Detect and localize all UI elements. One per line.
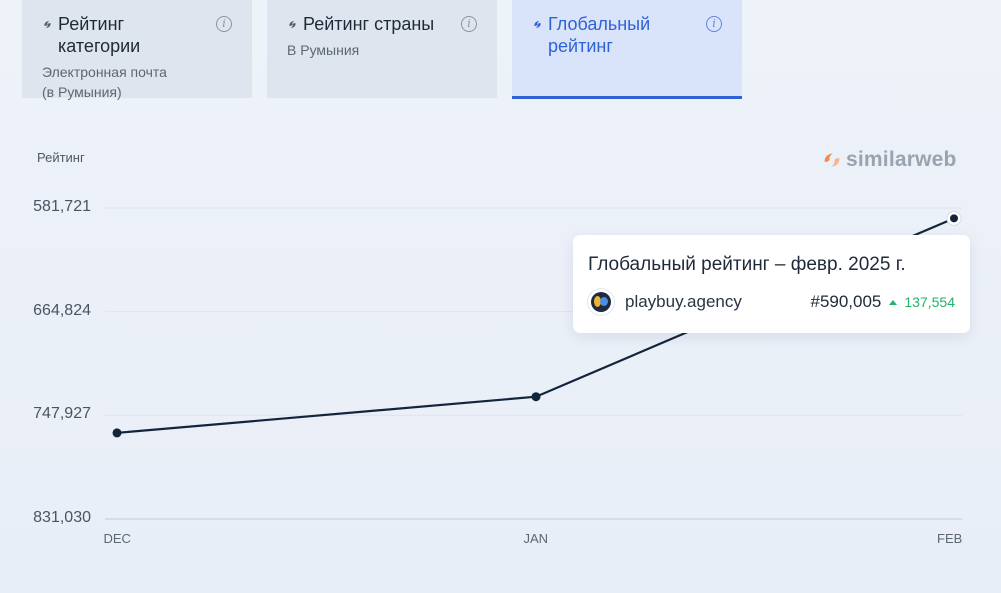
y-tick-label: 747,927 [33, 405, 91, 423]
y-tick-label: 581,721 [33, 198, 91, 215]
x-tick-label: FEB [937, 531, 963, 546]
chart-tooltip: Глобальный рейтинг – февр. 2025 г. playb… [573, 235, 970, 333]
y-tick-label: 664,824 [33, 301, 91, 319]
site-favicon-icon [588, 289, 614, 315]
tooltip-rank-value: #590,005 [810, 292, 882, 311]
tooltip-title: Глобальный рейтинг – февр. 2025 г. [588, 254, 906, 275]
arrow-up-icon [889, 299, 898, 305]
data-point[interactable] [531, 392, 541, 402]
tooltip-row: playbuy.agency #590,005 137,554 [588, 289, 955, 315]
tooltip-rank-change: 137,554 [889, 294, 955, 310]
data-point[interactable] [950, 214, 958, 223]
x-tick-label: JAN [523, 531, 549, 546]
y-tick-label: 831,030 [33, 509, 91, 526]
x-tick-label: DEC [103, 531, 131, 546]
data-point[interactable] [112, 428, 122, 438]
tooltip-rank-change-value: 137,554 [904, 294, 955, 310]
rank-widget: Рейтинг категории i Электронная почта (в… [0, 0, 1001, 593]
tooltip-site-name: playbuy.agency [625, 292, 742, 311]
